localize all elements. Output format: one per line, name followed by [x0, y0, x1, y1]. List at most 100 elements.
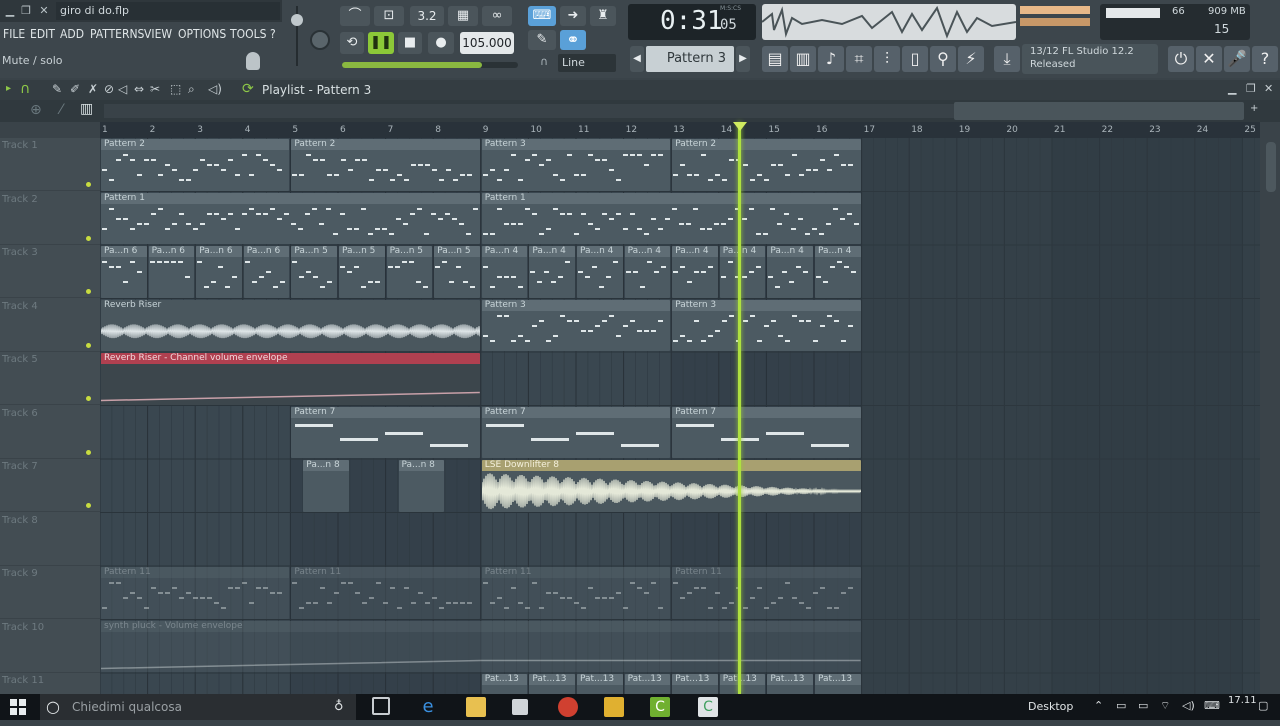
snap-select[interactable]: Line [558, 54, 616, 72]
arrow-right-icon[interactable]: ➜ [560, 6, 586, 26]
playlist-clip[interactable]: Pattern 7 [672, 406, 861, 458]
playlist-clip[interactable]: Pattern 3 [672, 299, 861, 351]
pencil-tool-icon[interactable]: ✎ [52, 82, 62, 96]
task-view-icon[interactable] [372, 697, 390, 715]
playlist-clip[interactable]: Pat...13 [719, 674, 766, 694]
track-header[interactable]: Track 4 [0, 299, 100, 352]
desktop-label[interactable]: Desktop [1028, 700, 1073, 713]
playlist-clip[interactable]: Pa...n 5 [339, 246, 385, 298]
playlist-maximize-icon[interactable]: ❐ [1246, 82, 1256, 95]
time-display[interactable]: 0:31 05 M:S:CS [628, 4, 756, 40]
mixer-icon[interactable]: ⫶ [874, 46, 900, 72]
chrome-icon[interactable] [558, 697, 578, 717]
store-icon[interactable] [512, 699, 528, 715]
playlist-clip[interactable]: LSE Downlifter 8 [481, 460, 861, 512]
menu-add[interactable]: ADD [60, 24, 84, 44]
playlist-clip[interactable]: Pa...n 4 [624, 246, 671, 298]
playlist-clip[interactable]: Pa...n 4 [767, 246, 813, 298]
track-header[interactable]: Track 5 [0, 352, 100, 405]
tray-keyboard-icon[interactable]: ⌨ [1204, 699, 1220, 712]
playlist-clip[interactable]: Pa...n 4 [577, 246, 623, 298]
playlist-clip[interactable]: Reverb Riser [101, 299, 480, 351]
vertical-scrollbar[interactable] [1262, 122, 1280, 694]
close-icon[interactable]: ✕ [36, 3, 52, 19]
tempo-tapper-icon[interactable]: ⚡ [958, 46, 984, 72]
step-edit-icon[interactable]: ▦ [448, 6, 478, 26]
power-icon[interactable]: ⏻ [1168, 46, 1194, 72]
edge-icon[interactable]: e [418, 697, 438, 717]
playlist-clip[interactable]: Pa...n 5 [386, 246, 433, 298]
pattern-selector[interactable]: Pattern 3 [646, 46, 734, 72]
menu-file[interactable]: FILE [3, 24, 25, 44]
piano-roll-icon[interactable]: ▥ [790, 46, 816, 72]
track-header[interactable]: Track 7 [0, 459, 100, 512]
track-header[interactable]: Track 8 [0, 513, 100, 566]
microphone-small-icon[interactable]: ♁ [334, 694, 344, 720]
tools-icon[interactable]: ✕ [1196, 46, 1222, 72]
playlist-clip[interactable]: Pat...13 [672, 674, 718, 694]
playlist-clip[interactable]: Pa...n 8 [398, 460, 445, 512]
song-mode-icon[interactable]: ⟲ [340, 32, 364, 54]
track-header[interactable]: Track 9 [0, 566, 100, 619]
playlist-clip[interactable]: Pat...13 [624, 674, 671, 694]
pattern-next-icon[interactable]: ▶ [736, 46, 750, 72]
playlist-clip[interactable]: Pa...n 6 [148, 246, 195, 298]
pattern-prev-icon[interactable]: ◀ [630, 46, 644, 72]
horizontal-scroll-thumb[interactable] [954, 102, 1244, 120]
scroll-icon[interactable]: ⁄ [60, 102, 62, 118]
delete-tool-icon[interactable]: ✗ [88, 82, 98, 96]
playlist-clip[interactable]: Pa...n 5 [434, 246, 480, 298]
microphone-icon[interactable]: 🎤 [1224, 46, 1250, 72]
track-mute-indicator[interactable] [86, 235, 91, 241]
playlist-clip[interactable]: Pa...n 6 [101, 246, 147, 298]
menu-patterns[interactable]: PATTERNS [90, 24, 144, 44]
loop-record-icon[interactable]: ∞ [482, 6, 512, 26]
playlist-clip[interactable]: Pat...13 [815, 674, 861, 694]
playlist-clip[interactable]: Reverb Riser - Channel volume envelope [101, 353, 480, 405]
track-mute-indicator[interactable] [86, 449, 91, 455]
playhead-marker-icon[interactable] [733, 122, 747, 131]
pause-button[interactable]: ❚❚ [368, 32, 394, 54]
tray-battery-icon[interactable]: ▭ [1138, 699, 1148, 712]
tray-network-icon[interactable]: ⌔ [1160, 699, 1170, 713]
playlist-clip[interactable]: Pattern 1 [101, 192, 480, 244]
timeline-ruler[interactable]: 1 2 3 4 5 6 7 8 9 10 11 12 13 14 15 16 17 18 19 20 21 22 23 24 2… [100, 122, 1260, 138]
playlist-clip[interactable]: Pa...n 4 [719, 246, 766, 298]
scroll-plus-icon[interactable]: + [1250, 103, 1258, 114]
stop-button[interactable]: ■ [398, 32, 422, 54]
tray-volume-icon[interactable]: ◁) [1182, 699, 1195, 712]
plugin-icon[interactable]: ⚲ [930, 46, 956, 72]
track-mute-indicator[interactable] [86, 396, 91, 401]
browser-icon[interactable]: ⌗ [846, 46, 872, 72]
playlist-grid[interactable]: Pattern 2 Pattern 2 Pattern 3 Pattern 2 Patt… [100, 138, 1260, 694]
restore-icon[interactable]: ❐ [18, 3, 34, 19]
playback-tool-icon[interactable]: ◁) [208, 82, 222, 96]
clock-time[interactable]: 17.11 [1228, 695, 1257, 706]
track-mute-indicator[interactable] [86, 289, 91, 294]
brush-icon[interactable]: ✎ [528, 30, 556, 50]
playlist-clip[interactable]: Pa...n 6 [196, 246, 242, 298]
track-mute-indicator[interactable] [86, 182, 91, 187]
playlist-clip[interactable]: Pa...n 4 [529, 246, 575, 298]
playlist-clip[interactable]: Pattern 7 [481, 406, 671, 458]
zoom-icon[interactable]: ⊕ [30, 102, 42, 118]
playlist-clip[interactable]: Pattern 2 [291, 139, 480, 191]
record-button[interactable]: ● [428, 32, 454, 54]
playlist-clip[interactable]: Pat...13 [577, 674, 623, 694]
playlist-minimize-icon[interactable]: ▁ [1228, 82, 1236, 95]
master-volume-slider[interactable] [290, 6, 304, 66]
playlist-clip[interactable]: Pa...n 6 [243, 246, 290, 298]
keyboard-icon[interactable]: ▥ [80, 101, 93, 117]
news-panel[interactable]: 13/12 FL Studio 12.2 Released [1022, 44, 1158, 74]
track-mute-indicator[interactable] [86, 503, 91, 508]
playlist-clip[interactable]: Pattern 7 [291, 406, 480, 458]
tempo-display[interactable]: 105.000 [460, 32, 514, 54]
playlist-clip[interactable]: Pattern 2 [101, 139, 290, 191]
wait-input-icon[interactable]: ⊡ [374, 6, 404, 26]
metronome-icon[interactable]: ⌒ [340, 6, 370, 26]
playlist-clip[interactable]: Pa...n 8 [303, 460, 349, 512]
paint-tool-icon[interactable]: ✐ [70, 82, 80, 96]
playlist-clip[interactable]: synth pluck - Volume envelope [101, 620, 861, 672]
track-header[interactable]: Track 10 [0, 620, 100, 673]
time-slider[interactable] [342, 62, 518, 68]
